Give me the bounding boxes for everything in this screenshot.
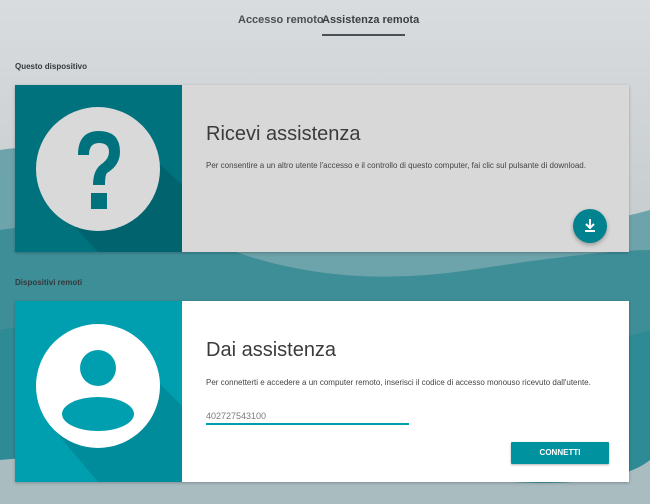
receive-card-description: Per consentire a un altro utente l'acces…	[206, 161, 586, 170]
connect-button[interactable]: CONNETTI	[511, 442, 609, 464]
receive-card-art	[15, 85, 182, 252]
download-button[interactable]	[573, 209, 607, 243]
receive-card-title: Ricevi assistenza	[206, 123, 361, 145]
tab-remote-access[interactable]: Accesso remoto	[238, 10, 324, 34]
access-code-input[interactable]	[206, 409, 409, 425]
section-label-this-device: Questo dispositivo	[15, 62, 88, 71]
give-card-art	[15, 301, 182, 482]
receive-assistance-card: Ricevi assistenza Per consentire a un al…	[15, 85, 629, 252]
give-assistance-card: Dai assistenza Per connetterti e acceder…	[15, 301, 629, 482]
give-card-title: Dai assistenza	[206, 339, 337, 361]
tab-bar: Accesso remoto Assistenza remota	[0, 10, 650, 38]
download-icon	[585, 219, 595, 232]
active-tab-indicator	[322, 34, 405, 36]
section-label-remote-devices: Dispositivi remoti	[15, 278, 83, 287]
tab-remote-assistance[interactable]: Assistenza remota	[322, 10, 419, 34]
give-card-description: Per connetterti e accedere a un computer…	[206, 378, 591, 387]
